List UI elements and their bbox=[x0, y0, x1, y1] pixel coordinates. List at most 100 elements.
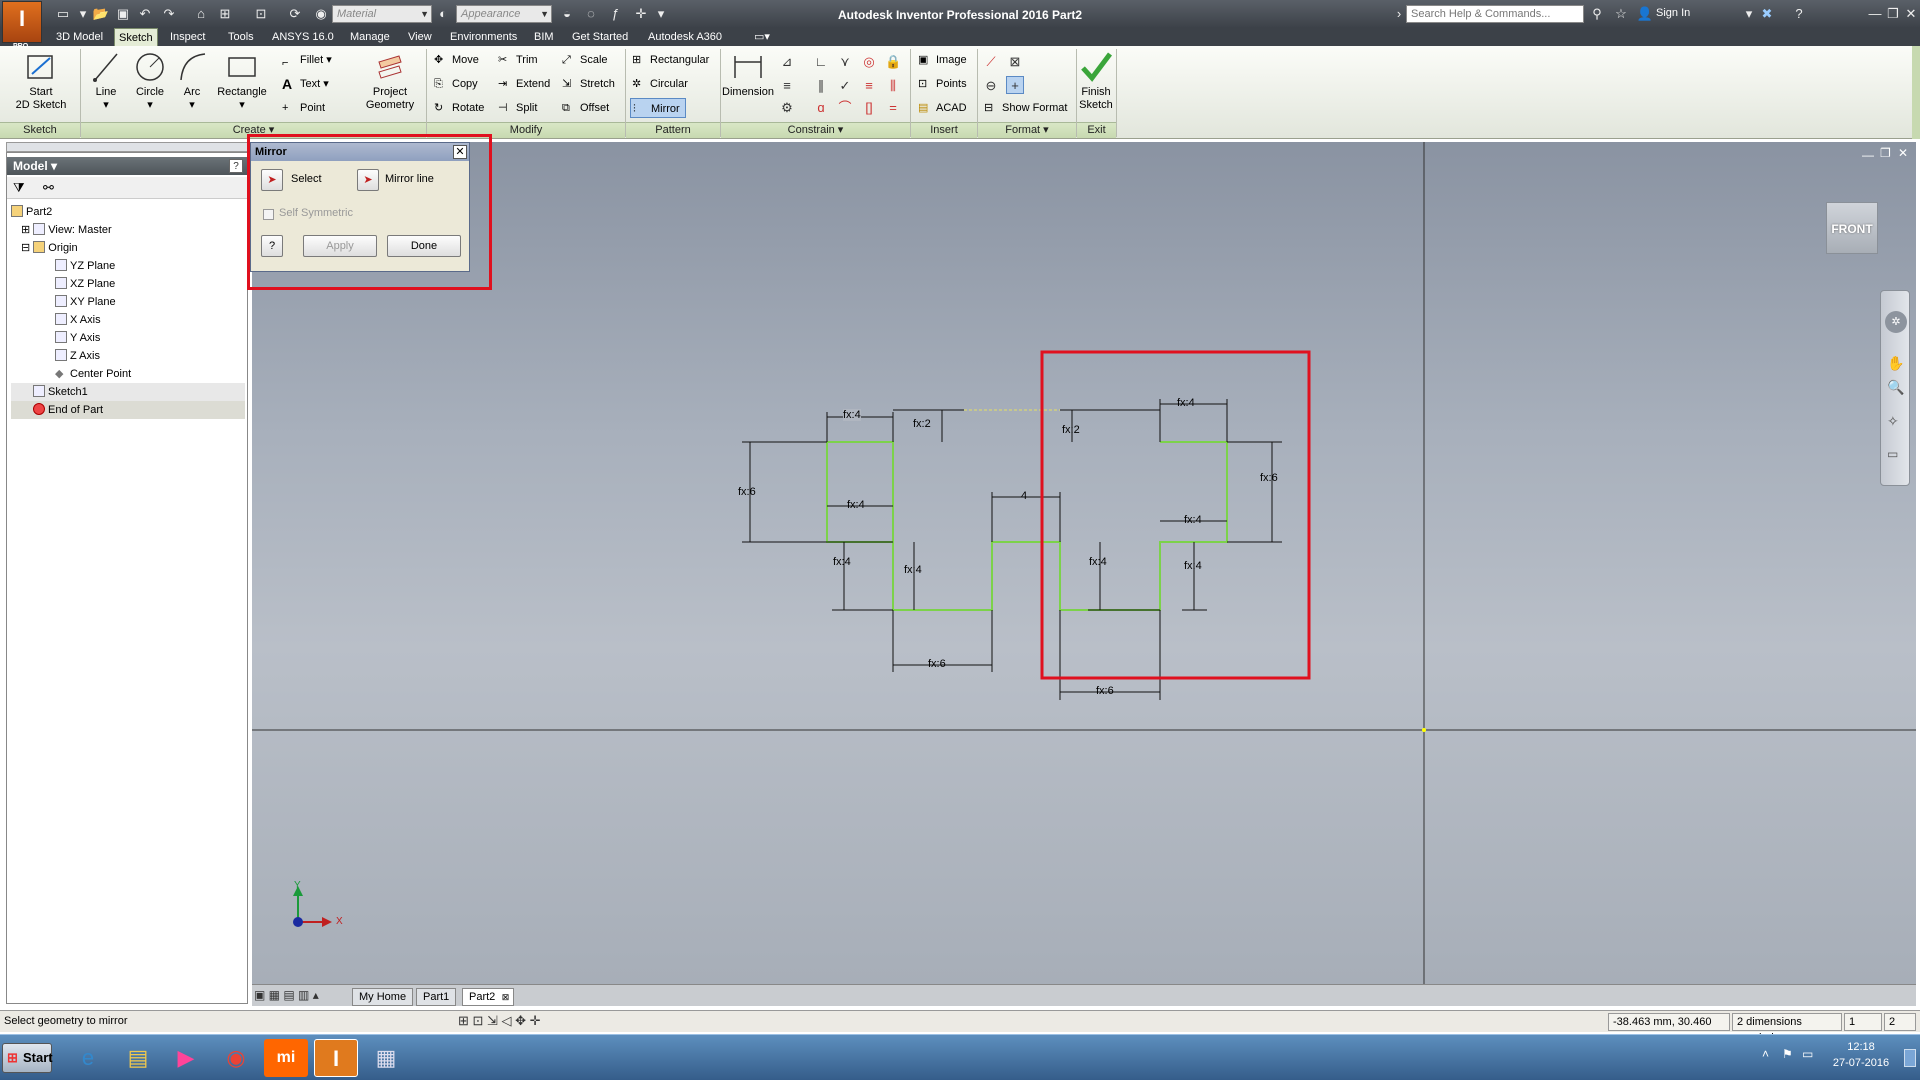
minimize-icon[interactable]: — bbox=[1866, 5, 1884, 23]
pan-icon[interactable]: ✋ bbox=[1887, 355, 1904, 372]
insert-points-button[interactable]: ⊡ Points bbox=[916, 74, 976, 94]
tab-view[interactable]: View bbox=[404, 28, 436, 46]
smooth-icon[interactable]: ⌒ bbox=[836, 98, 854, 116]
coincident-icon[interactable]: ∟ bbox=[812, 52, 830, 70]
tab-inspect[interactable]: Inspect bbox=[166, 28, 209, 46]
split-button[interactable]: ⊣ Split bbox=[496, 98, 556, 118]
tree-item-y-axis[interactable]: Y Axis bbox=[11, 329, 245, 347]
status-tool-icons[interactable]: ⊞ ⊡ ⇲ ◁ ✥ ✛ bbox=[458, 1011, 541, 1031]
material-select[interactable]: Material ▼ bbox=[332, 5, 432, 23]
search-input[interactable]: Search Help & Commands... bbox=[1406, 5, 1584, 23]
concentric-icon[interactable]: ◎ bbox=[860, 52, 878, 70]
tab-get-started[interactable]: Get Started bbox=[568, 28, 632, 46]
chrome-icon[interactable]: ◉ bbox=[214, 1039, 258, 1077]
horizontal-icon[interactable]: ≡ bbox=[860, 76, 878, 94]
dimension-label[interactable]: fx:4 bbox=[1184, 560, 1202, 572]
doc-tab-part2[interactable]: Part2 ⊠ bbox=[462, 988, 515, 1006]
insert-acad-button[interactable]: ▤ ACAD bbox=[916, 98, 976, 118]
doc-tab-part1[interactable]: Part1 bbox=[416, 988, 457, 1006]
search-options-icon[interactable]: ⚲ bbox=[1588, 5, 1606, 23]
tree-item-x-axis[interactable]: X Axis bbox=[11, 311, 245, 329]
viewcube[interactable]: FRONT bbox=[1826, 202, 1878, 254]
dimension-label[interactable]: fx:4 bbox=[833, 556, 851, 568]
tab-close-icon[interactable]: ⊠ bbox=[502, 989, 510, 1005]
rotate-button[interactable]: ↻ Rotate bbox=[432, 98, 492, 118]
fix-icon[interactable]: 🔒 bbox=[884, 52, 902, 70]
adjust-icon[interactable]: ◒ bbox=[558, 5, 576, 23]
filter-icon[interactable]: ⧩ bbox=[13, 180, 25, 196]
tab-sketch[interactable]: Sketch bbox=[114, 28, 158, 46]
mi-app-icon[interactable]: mi bbox=[264, 1039, 308, 1077]
circular-pattern-button[interactable]: ✲ Circular bbox=[630, 74, 714, 94]
dimension-label[interactable]: fx:6 bbox=[1260, 472, 1278, 484]
move-button[interactable]: ✥ Move bbox=[432, 50, 492, 70]
tab-ansys[interactable]: ANSYS 16.0 bbox=[268, 28, 338, 46]
doc-tab-my-home[interactable]: My Home bbox=[352, 988, 414, 1006]
update-icon[interactable]: ⟳ bbox=[286, 5, 304, 23]
dimension-label[interactable]: 4 bbox=[1021, 490, 1027, 502]
tree-item-xz-plane[interactable]: XZ Plane bbox=[11, 275, 245, 293]
copy-button[interactable]: ⎘ Copy bbox=[432, 74, 492, 94]
fillet-button[interactable]: ⌐ Fillet ▾ bbox=[280, 50, 340, 70]
centerline-icon[interactable]: ⊖ bbox=[982, 76, 1000, 94]
project-icon[interactable]: ⊞ bbox=[216, 5, 234, 23]
dimension-label[interactable]: fx:2 bbox=[913, 418, 931, 430]
new-icon[interactable]: ▭ bbox=[54, 5, 72, 23]
circle-button[interactable]: Circle ▾ bbox=[128, 50, 172, 112]
show-constraints-icon[interactable]: ≡ bbox=[778, 76, 796, 94]
project-geometry-button[interactable]: Project Geometry bbox=[358, 50, 422, 112]
home-icon[interactable]: ⌂ bbox=[192, 5, 210, 23]
restore-icon[interactable]: ❐ bbox=[1884, 5, 1902, 23]
browser-grip[interactable] bbox=[6, 142, 248, 152]
tree-item-end-of-part[interactable]: End of Part bbox=[11, 401, 245, 419]
look-at-icon[interactable]: ▭ bbox=[1887, 447, 1898, 461]
driven-dimension-icon[interactable]: ⊠ bbox=[1006, 52, 1024, 70]
calculator-icon[interactable]: ▦ bbox=[364, 1039, 408, 1077]
close-icon[interactable]: ✕ bbox=[1902, 5, 1920, 23]
constraint-settings-icon[interactable]: ⚙ bbox=[778, 98, 796, 116]
tab-3d-model[interactable]: 3D Model bbox=[52, 28, 107, 46]
center-point-icon[interactable]: + bbox=[1006, 76, 1024, 94]
customize-icon[interactable]: ▾ bbox=[652, 5, 670, 23]
select-icon[interactable]: ⊡ bbox=[252, 5, 270, 23]
canvas-minimize-icon[interactable]: — bbox=[1862, 148, 1874, 162]
tree-item-center-point[interactable]: ◆ Center Point bbox=[11, 365, 245, 383]
application-menu-button[interactable]: I PRO bbox=[2, 1, 42, 50]
orbit-icon[interactable]: ✧ bbox=[1887, 413, 1899, 430]
arc-button[interactable]: Arc ▾ bbox=[172, 50, 212, 112]
vertical-icon[interactable]: ⫼ bbox=[884, 76, 902, 94]
tree-item-view[interactable]: ⊞ View: Master bbox=[11, 221, 245, 239]
network-icon[interactable]: ▭ bbox=[1802, 1047, 1813, 1061]
scale-button[interactable]: ⤢ Scale bbox=[560, 50, 624, 70]
file-explorer-icon[interactable]: ▤ bbox=[116, 1039, 160, 1077]
dimension-button[interactable]: Dimension bbox=[722, 50, 774, 99]
canvas-restore-icon[interactable]: ❐ bbox=[1880, 146, 1891, 160]
dimension-label[interactable]: fx:4 bbox=[1177, 397, 1195, 409]
tree-item-origin[interactable]: ⊟ Origin bbox=[11, 239, 245, 257]
color-icon[interactable]: ◉ bbox=[312, 5, 330, 23]
equal-icon[interactable]: = bbox=[884, 98, 902, 116]
mirror-button[interactable]: ⫶ Mirror bbox=[630, 98, 686, 118]
save-icon[interactable]: ▣ bbox=[114, 5, 132, 23]
parallel-icon[interactable]: ∥ bbox=[812, 76, 830, 94]
show-format-button[interactable]: ⊟ Show Format bbox=[982, 98, 1068, 118]
redo-icon[interactable]: ↷ bbox=[160, 5, 178, 23]
point-button[interactable]: + Point bbox=[280, 98, 340, 118]
stretch-button[interactable]: ⇲ Stretch bbox=[560, 74, 624, 94]
dimension-label[interactable]: fx:6 bbox=[738, 486, 756, 498]
crosshair-icon[interactable]: ✛ bbox=[632, 5, 650, 23]
auto-dimension-icon[interactable]: ⊿ bbox=[778, 52, 796, 70]
trim-button[interactable]: ✂ Trim bbox=[496, 50, 556, 70]
inventor-taskbar-icon[interactable]: I bbox=[314, 1039, 358, 1077]
tray-expand-icon[interactable]: ˄ bbox=[1762, 1047, 1769, 1061]
browser-help-icon[interactable]: ? bbox=[229, 159, 243, 173]
zoom-icon[interactable]: 🔍 bbox=[1887, 379, 1904, 396]
finish-sketch-button[interactable]: Finish Sketch bbox=[1078, 50, 1114, 112]
sign-in-dropdown-icon[interactable]: ▾ bbox=[1740, 5, 1758, 23]
browser-header[interactable]: Model ▾ bbox=[7, 157, 247, 175]
clock[interactable]: 12:18 27-07-2016 bbox=[1816, 1039, 1906, 1071]
line-button[interactable]: Line ▾ bbox=[84, 50, 128, 112]
tree-item-yz-plane[interactable]: YZ Plane bbox=[11, 257, 245, 275]
offset-button[interactable]: ⧉ Offset bbox=[560, 98, 624, 118]
dimension-label[interactable]: fx:2 bbox=[1062, 424, 1080, 436]
